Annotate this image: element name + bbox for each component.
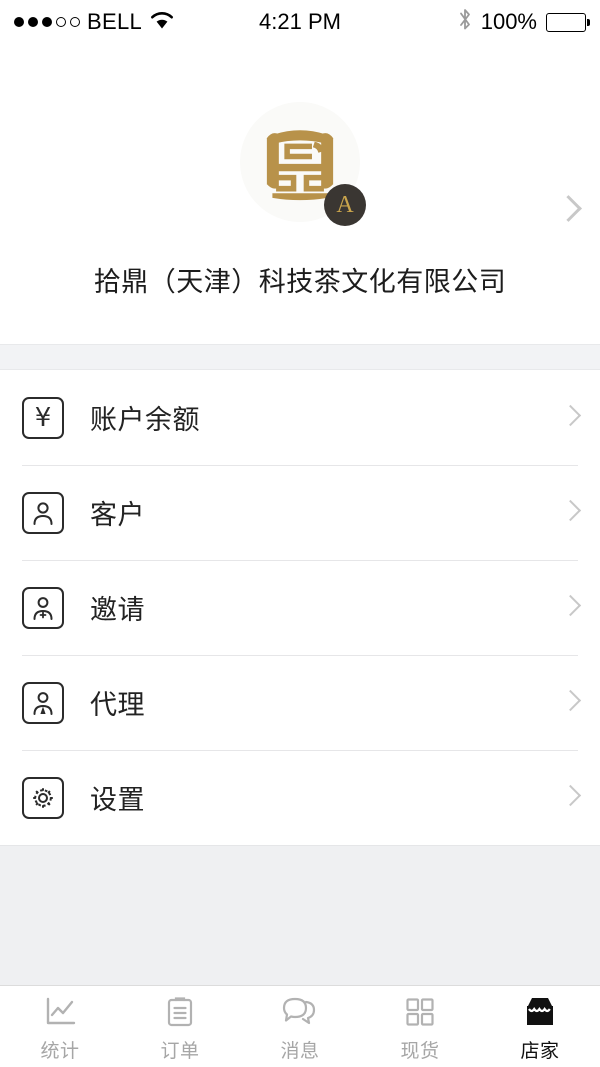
person-icon [22,491,64,534]
tab-label: 店家 [520,1041,560,1062]
tab-orders[interactable]: 订单 [120,986,240,1067]
menu-item-invite[interactable]: 邀请 [0,560,600,655]
signal-dot [56,17,66,27]
carrier-label: BELL [87,9,143,34]
signal-dot [42,17,52,27]
company-name: 拾鼎（天津）科技茶文化有限公司 [93,267,507,297]
menu-item-label: 邀请 [90,595,145,625]
app-screen: BELL 4:21 PM 100% A 拾鼎（天津）科技茶文化有限公司 ¥ 账户… [0,0,600,1067]
section-divider [0,344,600,370]
chevron-glyph [555,195,582,222]
tab-label: 订单 [160,1041,200,1062]
signal-dot [28,17,38,27]
signal-dot [14,17,24,27]
clipboard-icon [165,994,195,1030]
tab-shop[interactable]: 店家 [480,986,600,1067]
battery-full-icon [546,12,590,32]
content-filler [0,845,600,985]
chevron-right-icon [559,689,582,713]
bottom-tab-bar: 统计 订单 消息 现货 店家 [0,985,600,1067]
chat-bubbles-icon [281,994,319,1030]
line-chart-icon [43,994,77,1030]
bluetooth-icon [458,8,472,36]
menu-item-label: 账户余额 [90,405,200,435]
battery-percent-label: 100% [480,9,537,34]
chevron-right-icon[interactable] [555,195,582,223]
status-bar-right: 100% [458,8,590,36]
storefront-icon [522,994,558,1030]
gear-icon [22,776,64,819]
menu-item-label: 设置 [90,785,145,815]
chevron-glyph [559,404,582,426]
profile-header[interactable]: A 拾鼎（天津）科技茶文化有限公司 [0,44,600,344]
menu-list: ¥ 账户余额 客户 邀请 代理 设置 [0,370,600,845]
chevron-glyph [559,499,582,521]
chevron-glyph [559,784,582,806]
tab-stock[interactable]: 现货 [360,986,480,1067]
wifi-icon [149,10,175,35]
person-add-icon [22,586,64,629]
tab-statistics[interactable]: 统计 [0,986,120,1067]
menu-item-agent[interactable]: 代理 [0,655,600,750]
menu-item-account-balance[interactable]: ¥ 账户余额 [0,370,600,465]
yen-balance-icon: ¥ [22,396,64,439]
grid-icon [405,994,435,1030]
company-logo[interactable]: A [240,102,366,226]
menu-item-settings[interactable]: 设置 [0,750,600,845]
menu-item-label: 代理 [90,690,145,720]
tab-label: 现货 [400,1041,440,1062]
tab-messages[interactable]: 消息 [240,986,360,1067]
chevron-right-icon [559,784,582,808]
tab-label: 消息 [280,1041,320,1062]
tab-label: 统计 [40,1041,80,1062]
signal-dot [70,17,80,27]
chevron-glyph [559,594,582,616]
status-bar-left: BELL [14,10,175,35]
menu-item-label: 客户 [90,500,145,530]
badge-letter: A [336,192,354,218]
menu-item-customers[interactable]: 客户 [0,465,600,560]
chevron-right-icon [559,594,582,618]
signal-strength-icon [14,17,80,27]
chevron-right-icon [559,499,582,523]
verified-badge: A [324,184,366,226]
status-bar: BELL 4:21 PM 100% [0,0,600,44]
chevron-glyph [559,689,582,711]
person-agent-icon [22,681,64,724]
yen-glyph: ¥ [34,402,52,433]
chevron-right-icon [559,404,582,428]
